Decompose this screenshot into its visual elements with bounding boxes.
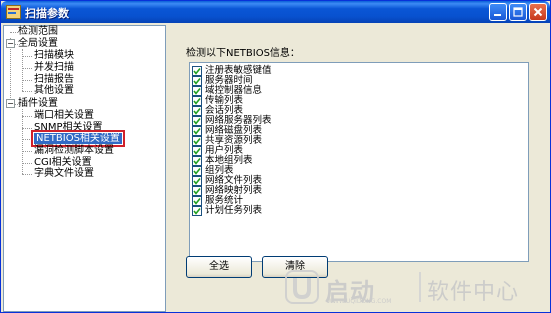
checkbox[interactable] <box>192 136 202 146</box>
selected-node-label: NETBIOS相关设置 <box>31 130 125 147</box>
checkbox[interactable] <box>192 166 202 176</box>
maximize-button[interactable] <box>509 3 527 21</box>
checkbox[interactable] <box>192 106 202 116</box>
title-bar[interactable]: 扫描参数 <box>1 1 550 23</box>
maximize-icon <box>513 7 523 17</box>
check-icon <box>193 198 201 205</box>
tree-item-dictionary-settings[interactable]: 字典文件设置 <box>34 168 94 180</box>
check-icon <box>193 188 201 195</box>
checkbox[interactable] <box>192 126 202 136</box>
scan-parameters-window: 扫描参数 检测范围 − 全局设置 扫描模块 并发扫描 扫描报告 其他设置 − 插… <box>0 0 551 313</box>
checkbox[interactable] <box>192 176 202 186</box>
check-icon <box>193 138 201 145</box>
section-label: 检测以下NETBIOS信息： <box>186 48 300 59</box>
watermark-divider <box>419 272 421 302</box>
tree-item-scan-range[interactable]: 检测范围 <box>18 26 58 38</box>
checkbox[interactable] <box>192 156 202 166</box>
check-icon <box>193 158 201 165</box>
check-icon <box>193 168 201 175</box>
checkbox[interactable] <box>192 196 202 206</box>
tree-item-concurrent-scan[interactable]: 并发扫描 <box>34 62 74 74</box>
check-icon <box>193 88 201 95</box>
collapse-icon[interactable]: − <box>6 39 15 48</box>
collapse-icon[interactable]: − <box>6 99 15 108</box>
tree-item-port-settings[interactable]: 端口相关设置 <box>34 110 94 122</box>
check-icon <box>193 78 201 85</box>
check-icon <box>193 208 201 215</box>
watermark-site: WWW.UQIDONG.COM <box>327 298 392 305</box>
minimize-button[interactable] <box>489 3 507 21</box>
settings-tree[interactable]: 检测范围 − 全局设置 扫描模块 并发扫描 扫描报告 其他设置 − 插件设置 端… <box>3 25 166 312</box>
check-icon <box>193 148 201 155</box>
checkbox[interactable] <box>192 86 202 96</box>
check-icon <box>193 128 201 135</box>
app-icon <box>6 5 21 19</box>
check-icon <box>193 118 201 125</box>
u-logo-icon <box>285 270 319 304</box>
window-title: 扫描参数 <box>25 7 69 20</box>
checkbox[interactable] <box>192 206 202 216</box>
checkbox[interactable] <box>192 96 202 106</box>
netbios-options-list[interactable]: 注册表敏感键值 服务器时间 域控制器信息 传输列表 会话列表 网络服务器列表 网… <box>189 62 529 262</box>
tree-item-scan-modules[interactable]: 扫描模块 <box>34 50 74 62</box>
checkbox[interactable] <box>192 146 202 156</box>
tree-item-netbios-settings[interactable]: NETBIOS相关设置 <box>31 130 125 147</box>
tree-item-global-settings[interactable]: 全局设置 <box>18 38 58 50</box>
tree-item-plugin-settings[interactable]: 插件设置 <box>18 98 58 110</box>
checkbox[interactable] <box>192 66 202 76</box>
select-all-button[interactable]: 全选 <box>186 256 252 278</box>
watermark-center: 软件中心 <box>427 280 520 305</box>
checkbox[interactable] <box>192 76 202 86</box>
checkbox[interactable] <box>192 116 202 126</box>
tree-item-vuln-script-settings[interactable]: 漏洞检测脚本设置 <box>34 145 114 157</box>
check-icon <box>193 108 201 115</box>
tree-item-other-settings[interactable]: 其他设置 <box>34 85 74 97</box>
close-icon <box>533 7 543 17</box>
check-icon <box>193 68 201 75</box>
check-icon <box>193 178 201 185</box>
check-icon <box>193 98 201 105</box>
close-button[interactable] <box>529 3 547 21</box>
checkbox[interactable] <box>192 186 202 196</box>
minimize-icon <box>494 14 501 16</box>
watermark: 启动 WWW.UQIDONG.COM 软件中心 <box>285 268 549 308</box>
